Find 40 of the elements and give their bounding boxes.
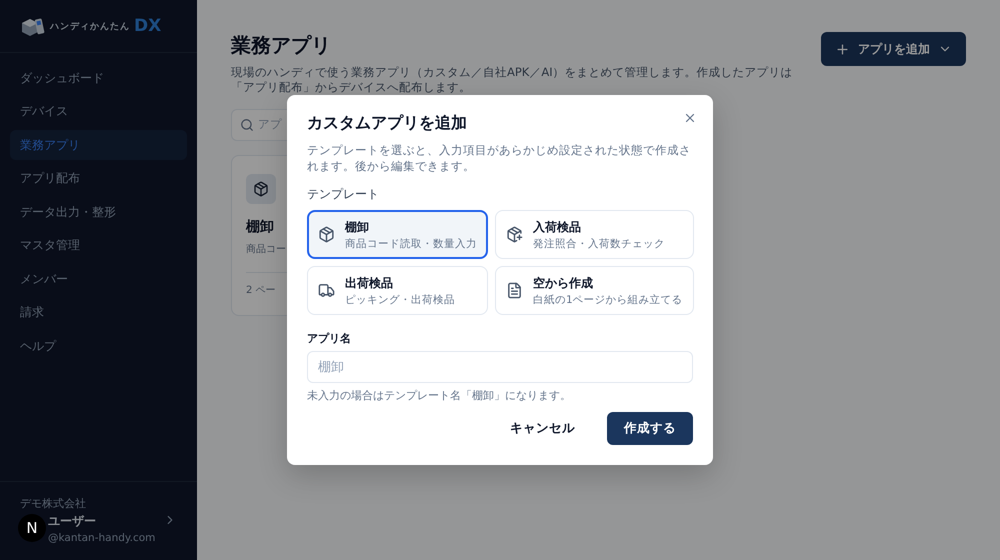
plus-icon [835, 42, 850, 56]
sidebar-item[interactable]: データ出力・整形 [10, 197, 187, 227]
create-button[interactable]: 作成する [607, 412, 693, 445]
field-hint: 未入力の場合はテンプレート名「棚卸」になります。 [307, 388, 572, 404]
sidebar-item[interactable]: ダッシュボード [10, 63, 187, 93]
search-icon [240, 118, 254, 132]
sidebar-item[interactable]: マスタ管理 [10, 230, 187, 260]
card-subtitle: 商品コー [246, 242, 286, 256]
dialog-description: テンプレートを選ぶと、入力項目があらかじめ設定された状態で作成されます。後から編集できます。 [307, 142, 692, 174]
template-option[interactable]: 入荷検品 発注照合・入荷数チェック [495, 210, 694, 260]
page-title: 業務アプリ [231, 32, 332, 59]
add-app-button[interactable]: アプリを追加 [821, 32, 966, 66]
template-label: テンプレート [307, 186, 379, 204]
sidebar-item[interactable]: 請求 [10, 298, 187, 328]
document-icon [506, 282, 523, 300]
field-label: アプリ名 [307, 331, 352, 346]
brand-name: ハンディかんたん [50, 20, 130, 32]
close-icon [683, 111, 697, 125]
user-name: ユーザー [48, 513, 96, 530]
app-name-field[interactable]: 棚卸 [307, 351, 693, 384]
card-meta: 2 ペー [246, 284, 276, 297]
card-title: 棚卸 [246, 218, 274, 236]
sidebar-item[interactable]: 業務アプリ [10, 130, 187, 160]
sidebar-item[interactable]: デバイス [10, 96, 187, 126]
truck-icon [318, 282, 335, 300]
template-option[interactable]: 棚卸 商品コード読取・数量入力 [307, 210, 488, 260]
sidebar-item[interactable]: アプリ配布 [10, 164, 187, 194]
user-email: @kantan-handy.com [48, 532, 156, 544]
box-icon [253, 180, 269, 197]
cancel-button[interactable]: キャンセル [490, 412, 595, 445]
template-option[interactable]: 空から作成 白紙の1ページから組み立てる [495, 266, 694, 316]
dialog-title: カスタムアプリを追加 [307, 113, 467, 134]
company-name: デモ株式会社 [20, 496, 87, 511]
sidebar-item[interactable]: メンバー [10, 264, 187, 294]
box-plus-icon [506, 226, 523, 244]
template-option[interactable]: 出荷検品 ピッキング・出荷検品 [307, 266, 488, 316]
brand-suffix: DX [134, 16, 162, 36]
box-icon [318, 226, 335, 244]
sidebar-item[interactable]: ヘルプ [10, 331, 187, 361]
page-description: 現場のハンディで使う業務アプリ（カスタム／自社APK／AI）をまとめて管理します。作成したアプリは「アプリ配布」からデバイスへ配布します。 [231, 65, 794, 95]
